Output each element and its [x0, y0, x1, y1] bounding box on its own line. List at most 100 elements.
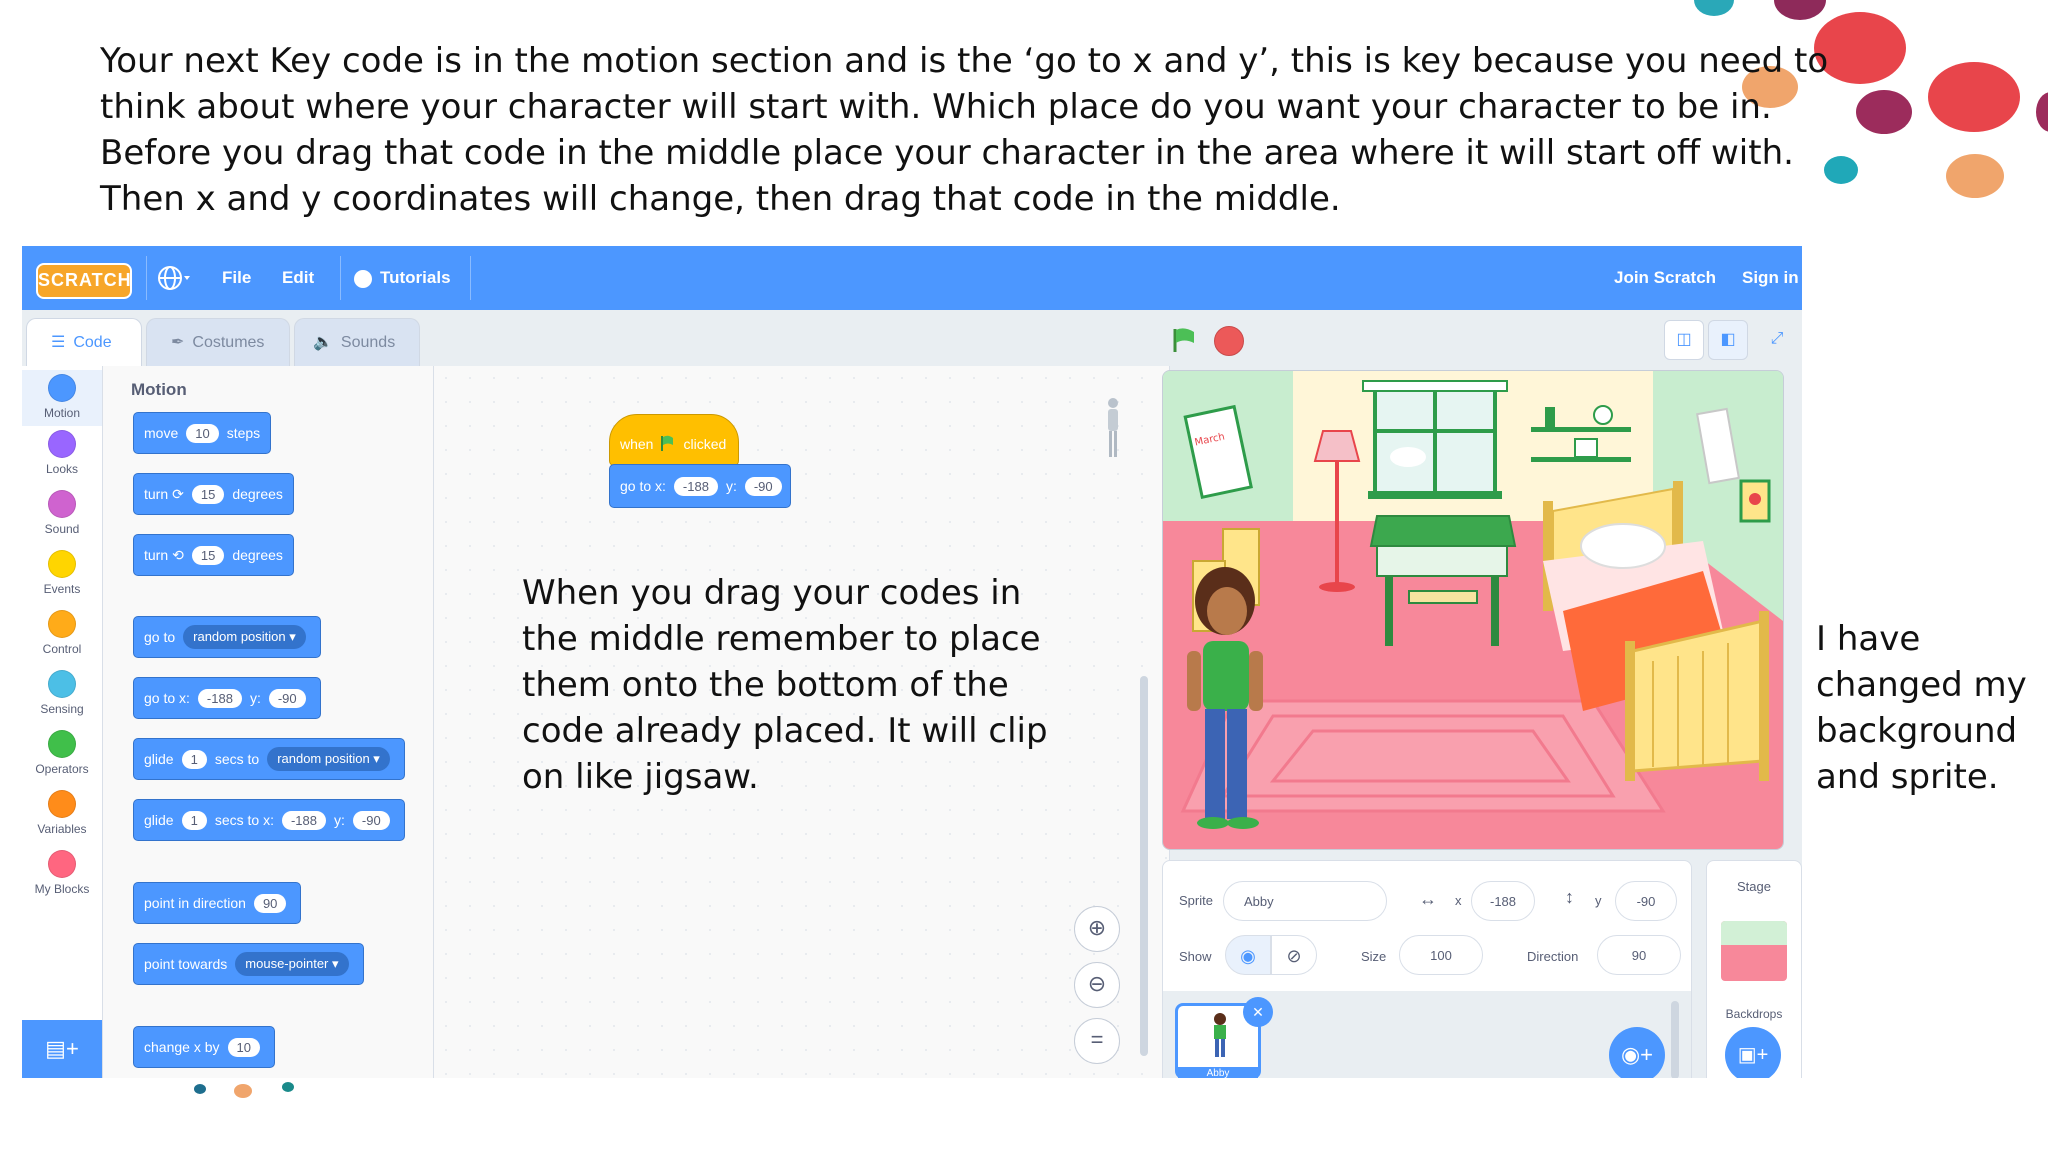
- choose-sprite-cat-icon[interactable]: ◉+: [1609, 1027, 1665, 1078]
- right-note-line: changed my: [1816, 665, 2027, 705]
- block-dropdown[interactable]: random position ▾: [267, 747, 390, 771]
- intro-line: Then x and y coordinates will change, th…: [100, 179, 1341, 219]
- menu-file[interactable]: File: [222, 246, 251, 310]
- show-visible-eye-icon[interactable]: ◉: [1225, 935, 1271, 975]
- stop-icon[interactable]: [1214, 326, 1244, 356]
- menu-tutorials-label: Tutorials: [380, 268, 451, 287]
- code-tab-icon: ☰: [51, 334, 66, 351]
- block-text: change x by: [144, 1039, 220, 1055]
- block-point-towards[interactable]: point towards mouse-pointer ▾: [133, 943, 364, 985]
- category-variables[interactable]: Variables: [22, 790, 102, 836]
- y-position-field[interactable]: -90: [1615, 881, 1677, 921]
- delete-sprite-trash-icon[interactable]: ✕: [1243, 997, 1273, 1027]
- category-sensing[interactable]: Sensing: [22, 670, 102, 716]
- hide-eye-slash-icon[interactable]: ⊘: [1271, 935, 1317, 975]
- workspace-scrollbar[interactable]: [1140, 676, 1148, 1056]
- block-input[interactable]: 90: [253, 893, 287, 913]
- stage-pane-title: Stage: [1737, 879, 1771, 894]
- choose-backdrop-icon[interactable]: ▣+: [1725, 1027, 1781, 1078]
- category-sound[interactable]: Sound: [22, 490, 102, 536]
- decorative-dot: [1928, 62, 2020, 132]
- block-dropdown[interactable]: mouse-pointer ▾: [235, 952, 349, 976]
- tab-costumes[interactable]: ✒ Costumes: [146, 318, 290, 367]
- scratch-logo[interactable]: SCRATCH: [36, 263, 132, 299]
- block-input[interactable]: 15: [191, 545, 225, 565]
- block-input[interactable]: -188: [197, 688, 242, 708]
- block-text: go to x:: [620, 478, 666, 494]
- block-text: point towards: [144, 956, 228, 972]
- sign-in-link[interactable]: Sign in: [1742, 246, 1799, 310]
- zoom-reset-icon[interactable]: =: [1074, 1018, 1120, 1064]
- category-motion[interactable]: Motion: [22, 370, 102, 426]
- block-glide-xy[interactable]: glide 1 secs to x: -188 y: -90: [133, 799, 405, 841]
- intro-line: Before you drag that code in the middle …: [100, 133, 1794, 173]
- stage-canvas[interactable]: March: [1162, 370, 1784, 850]
- decorative-dot: [282, 1082, 294, 1092]
- language-globe-icon[interactable]: [156, 246, 192, 310]
- block-go-to-random[interactable]: go to random position ▾: [133, 616, 321, 658]
- category-my-blocks[interactable]: My Blocks: [22, 850, 102, 896]
- sprite-list-scrollbar[interactable]: [1671, 1001, 1679, 1078]
- block-point-in-direction[interactable]: point in direction 90: [133, 882, 302, 924]
- workspace-go-to-xy-block[interactable]: go to x: -188 y: -90: [609, 464, 791, 508]
- block-text: clicked: [683, 436, 727, 452]
- block-turn-right[interactable]: turn ⟳ 15 degrees: [133, 473, 294, 515]
- small-stage-icon[interactable]: ◫: [1664, 320, 1704, 360]
- workspace-sprite-thumbnail: [1108, 398, 1118, 457]
- block-input[interactable]: 1: [181, 749, 207, 769]
- direction-field[interactable]: 90: [1597, 935, 1681, 975]
- block-input[interactable]: -90: [352, 810, 390, 830]
- menu-tutorials[interactable]: Tutorials: [354, 246, 451, 310]
- block-input[interactable]: 10: [227, 1037, 260, 1057]
- sprite-name-field[interactable]: Abby: [1223, 881, 1387, 921]
- block-text: when: [620, 436, 654, 452]
- x-position-field[interactable]: -188: [1471, 881, 1535, 921]
- category-operators[interactable]: Operators: [22, 730, 102, 776]
- fullscreen-icon[interactable]: ⤢: [1758, 320, 1796, 358]
- add-extension-icon: ▤+: [45, 1036, 79, 1061]
- decorative-dot: [1824, 156, 1858, 184]
- block-input[interactable]: 1: [181, 810, 207, 830]
- block-input[interactable]: -188: [673, 476, 718, 496]
- normal-stage-icon[interactable]: ◧: [1708, 320, 1748, 360]
- middle-note-line: When you drag your codes in: [522, 573, 1022, 613]
- decorative-dot: [234, 1084, 252, 1098]
- show-label: Show: [1179, 949, 1212, 964]
- direction-label: Direction: [1527, 949, 1579, 964]
- sprite-tile-name: Abby: [1178, 1067, 1258, 1078]
- block-turn-left[interactable]: turn ⟲ 15 degrees: [133, 534, 294, 576]
- decorative-dot: [2036, 92, 2048, 132]
- size-label: Size: [1361, 949, 1387, 964]
- zoom-out-icon[interactable]: ⊖: [1074, 962, 1120, 1008]
- block-input[interactable]: 15: [191, 484, 225, 504]
- category-looks[interactable]: Looks: [22, 430, 102, 476]
- block-input[interactable]: 10: [186, 423, 219, 443]
- block-input[interactable]: -90: [268, 688, 306, 708]
- backdrop-thumbnail-wall: [1721, 921, 1787, 945]
- green-flag-icon[interactable]: [1170, 326, 1198, 354]
- category-control[interactable]: Control: [22, 610, 102, 656]
- size-field[interactable]: 100: [1399, 935, 1483, 975]
- block-input[interactable]: -90: [744, 476, 782, 496]
- block-go-to-xy[interactable]: go to x: -188 y: -90: [133, 677, 321, 719]
- zoom-in-icon[interactable]: ⊕: [1074, 906, 1120, 952]
- block-change-x[interactable]: change x by 10: [133, 1026, 275, 1068]
- block-glide-random[interactable]: glide 1 secs to random position ▾: [133, 738, 405, 780]
- tab-sounds[interactable]: 🔈 Sounds: [294, 318, 420, 367]
- block-input[interactable]: -188: [281, 810, 326, 830]
- block-move-steps[interactable]: move 10 steps: [133, 412, 272, 454]
- y-label: y: [1595, 893, 1602, 908]
- block-text: y:: [334, 812, 345, 828]
- block-text: go to x:: [144, 690, 190, 706]
- right-note-line: and sprite.: [1816, 757, 1999, 797]
- menu-edit[interactable]: Edit: [282, 246, 314, 310]
- category-events[interactable]: Events: [22, 550, 102, 596]
- lightbulb-icon: [354, 269, 372, 288]
- add-extension-button[interactable]: ▤+: [22, 1020, 102, 1078]
- backdrop-thumbnail[interactable]: [1721, 921, 1787, 981]
- block-dropdown[interactable]: random position ▾: [183, 625, 306, 649]
- category-color-dot: [48, 550, 76, 578]
- join-scratch-link[interactable]: Join Scratch: [1614, 246, 1716, 310]
- when-flag-clicked-block[interactable]: when clicked: [609, 414, 739, 466]
- tab-code[interactable]: ☰ Code: [26, 318, 142, 367]
